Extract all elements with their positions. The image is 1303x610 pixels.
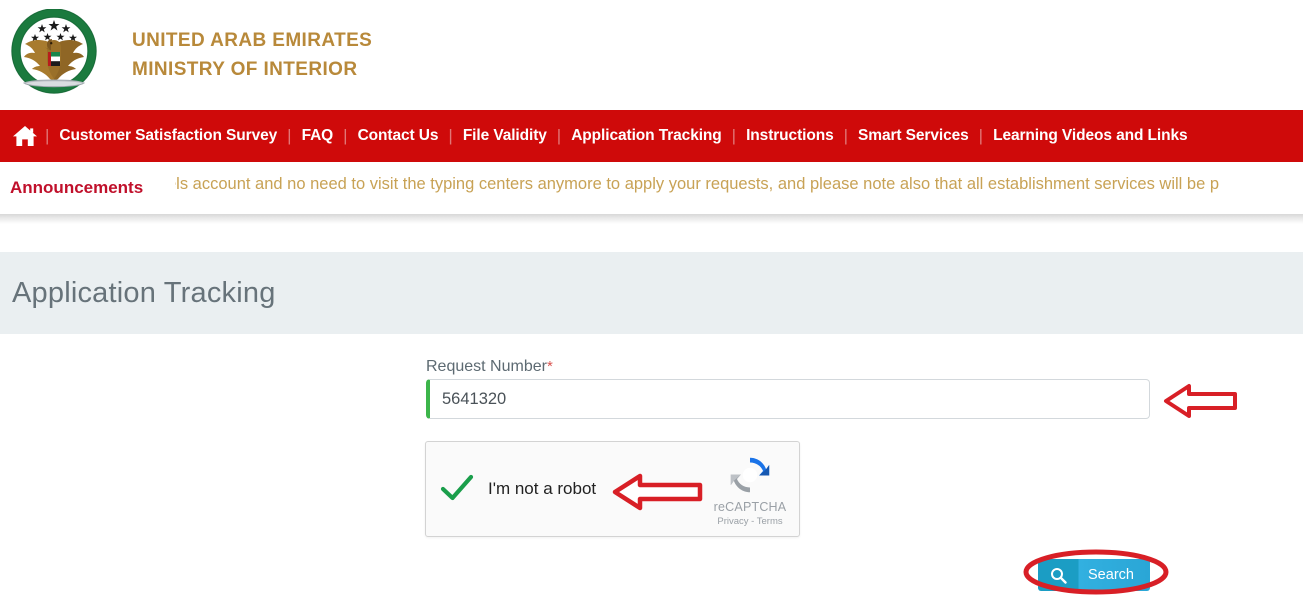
page-title-band: Application Tracking <box>0 252 1303 334</box>
page-title: Application Tracking <box>12 276 276 309</box>
tracking-form: Request Number* I'm not a robot reCAPTCH… <box>0 334 1303 610</box>
announcements-bar: Announcements els account and no need to… <box>0 162 1303 224</box>
organization-name: UNITED ARAB EMIRATES MINISTRY OF INTERIO… <box>132 26 372 85</box>
nav-item-file-validity[interactable]: File Validity <box>454 127 556 145</box>
announcements-ticker: els account and no need to visit the typ… <box>175 162 1303 214</box>
nav-separator: | <box>731 126 737 145</box>
green-checkmark-icon <box>440 474 474 501</box>
org-name-line1: UNITED ARAB EMIRATES <box>132 29 373 51</box>
org-name-line2: MINISTRY OF INTERIOR <box>132 59 358 80</box>
application-tracking-page: UNITED ARAB EMIRATES MINISTRY OF INTERIO… <box>0 0 1303 610</box>
site-header: UNITED ARAB EMIRATES MINISTRY OF INTERIO… <box>0 0 1303 110</box>
uae-moi-emblem-icon <box>8 9 100 101</box>
nav-separator: | <box>843 126 849 145</box>
announcements-shadow <box>0 214 1303 224</box>
nav-separator: | <box>287 126 292 145</box>
announcements-label: Announcements <box>10 178 144 197</box>
nav-separator: | <box>978 126 984 145</box>
nav-item-customer-satisfaction-survey[interactable]: Customer Satisfaction Survey <box>50 127 286 145</box>
recaptcha-brand-name: reCAPTCHA <box>713 499 787 514</box>
request-number-label: Request Number* <box>426 358 553 376</box>
recaptcha-checkbox[interactable] <box>426 474 488 504</box>
search-button-label: Search <box>1088 567 1134 583</box>
recaptcha-logo-icon <box>730 457 770 492</box>
recaptcha-label: I'm not a robot <box>488 479 597 498</box>
main-navigation: | Customer Satisfaction Survey | FAQ | C… <box>0 110 1303 162</box>
nav-separator: | <box>556 126 562 145</box>
nav-separator: | <box>448 126 453 145</box>
required-marker: * <box>546 358 553 375</box>
nav-item-contact-us[interactable]: Contact Us <box>349 127 448 145</box>
nav-item-learning-videos-and-links[interactable]: Learning Videos and Links <box>984 127 1196 145</box>
nav-item-instructions[interactable]: Instructions <box>737 127 843 145</box>
request-number-label-text: Request Number <box>426 358 547 375</box>
magnifier-icon <box>1038 567 1078 584</box>
nav-item-faq[interactable]: FAQ <box>293 127 343 145</box>
nav-item-application-tracking[interactable]: Application Tracking <box>562 127 730 145</box>
recaptcha-terms[interactable]: Privacy - Terms <box>717 516 782 527</box>
nav-separator: | <box>343 126 348 145</box>
nav-item-smart-services[interactable]: Smart Services <box>849 127 978 145</box>
request-number-input[interactable] <box>426 379 1150 419</box>
announcements-text: els account and no need to visit the typ… <box>175 175 1220 193</box>
recaptcha-branding: reCAPTCHA Privacy - Terms <box>701 452 799 527</box>
search-button[interactable]: Search <box>1038 559 1150 591</box>
recaptcha-widget[interactable]: I'm not a robot reCAPTCHA Privacy - Term… <box>425 441 800 537</box>
home-icon[interactable] <box>0 124 44 148</box>
nav-separator: | <box>45 126 50 145</box>
